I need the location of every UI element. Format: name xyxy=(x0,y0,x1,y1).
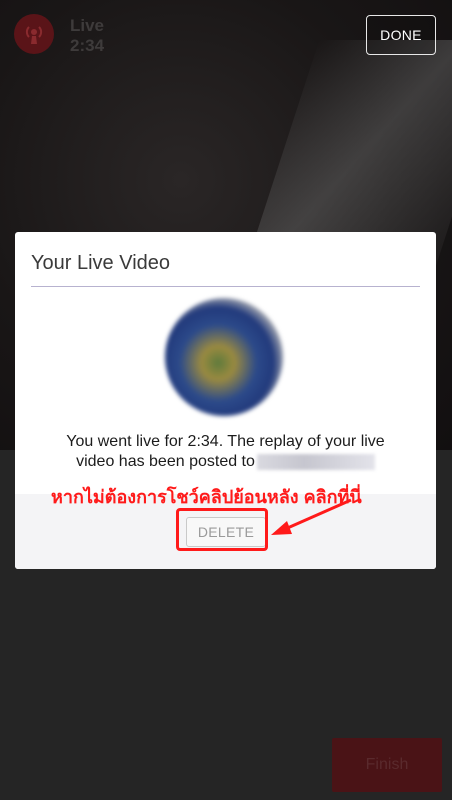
live-video-dialog: Your Live Video You went live for 2:34. … xyxy=(15,232,436,569)
live-status: Live 2:34 xyxy=(70,16,104,56)
message-line-2-text: video has been posted to xyxy=(76,453,255,470)
dialog-title: Your Live Video xyxy=(31,252,171,274)
live-timer: 2:34 xyxy=(70,36,105,55)
redacted-page-name xyxy=(256,453,375,470)
message-line-1: You went live for 2:34. The replay of yo… xyxy=(66,433,385,450)
done-button[interactable]: DONE xyxy=(366,15,436,55)
live-broadcast-icon xyxy=(14,14,54,54)
avatar xyxy=(165,298,283,416)
annotation-arrow-icon xyxy=(271,498,352,535)
finish-button[interactable]: Finish xyxy=(332,738,442,792)
live-label: Live xyxy=(70,16,105,35)
dialog-divider xyxy=(31,286,420,287)
annotation-highlight-box xyxy=(176,508,268,551)
message-line-2: video has been posted to xyxy=(35,452,416,472)
dialog-message: You went live for 2:34. The replay of yo… xyxy=(35,432,416,472)
